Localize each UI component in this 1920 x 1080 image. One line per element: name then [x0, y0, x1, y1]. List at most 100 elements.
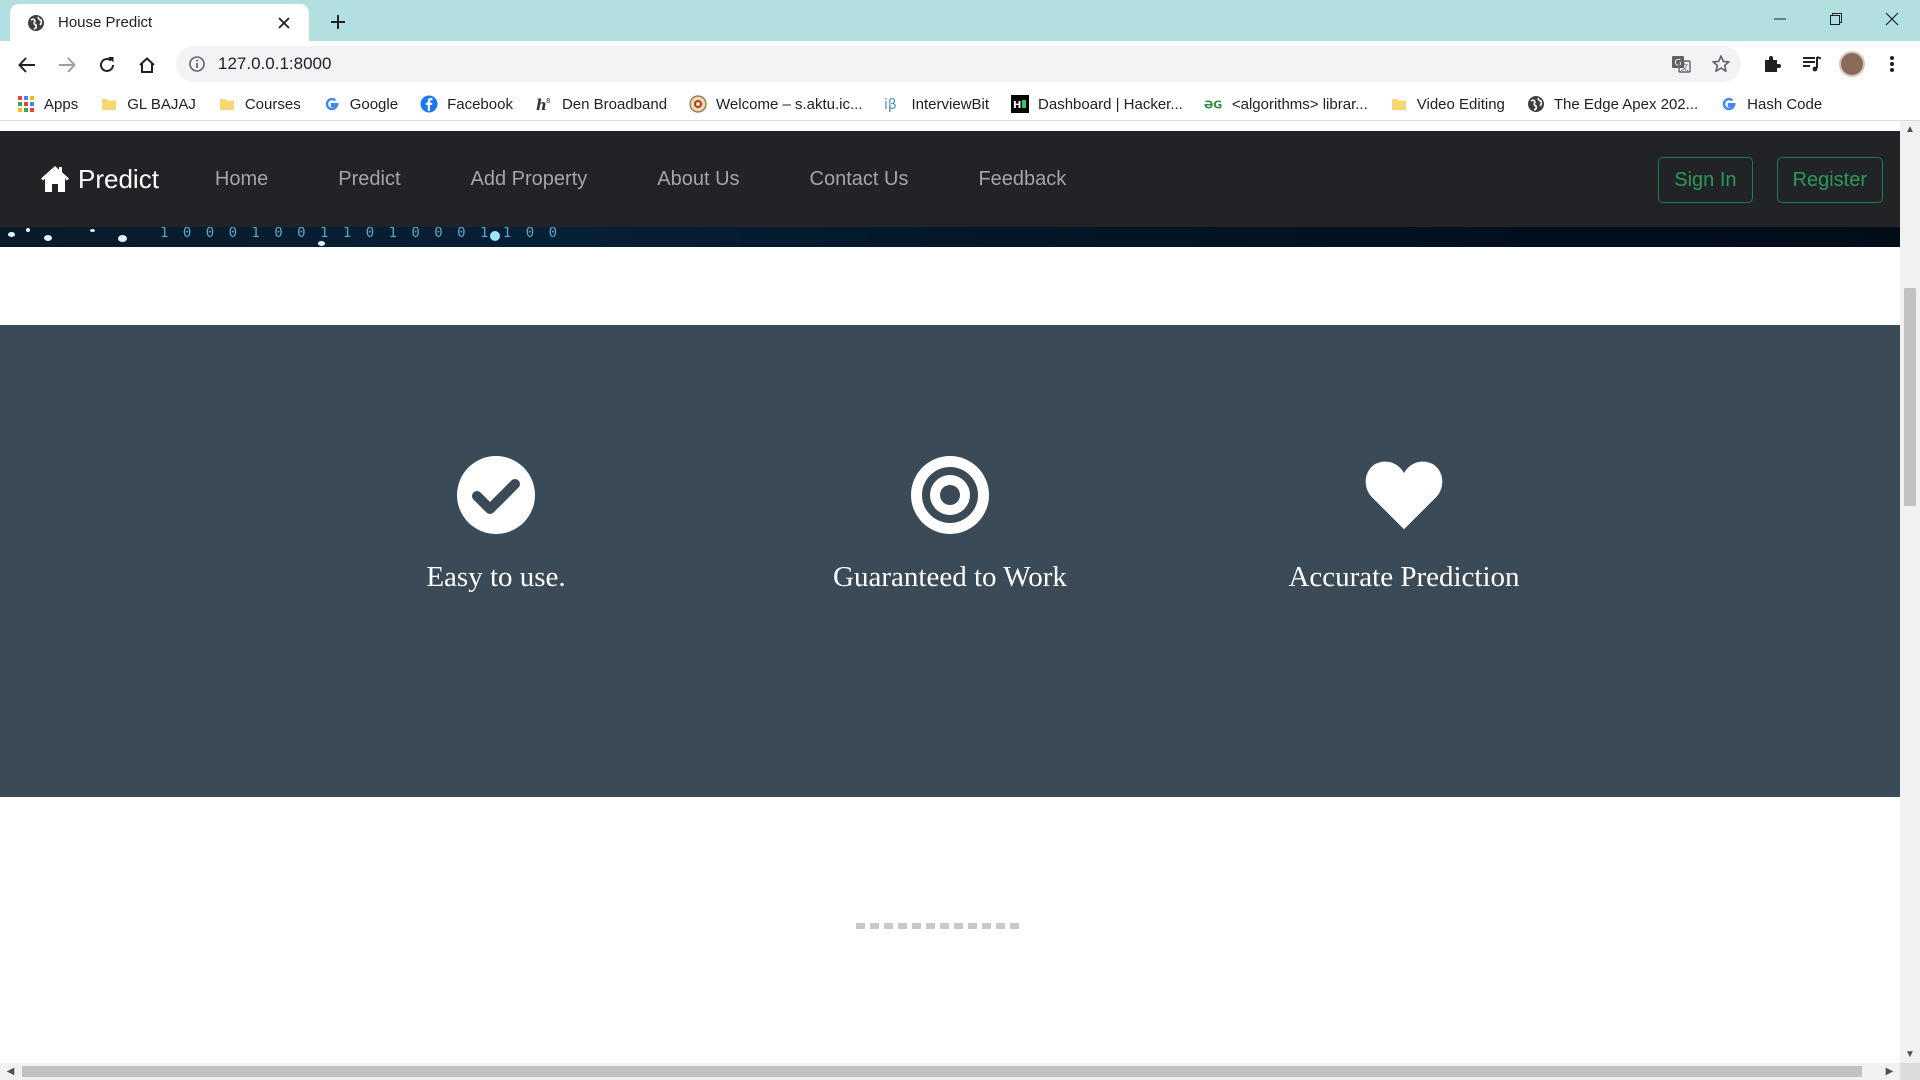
svg-text:ƏG: ƏG [1204, 99, 1222, 112]
site-navbar: Predict Home Predict Add Property About … [0, 131, 1900, 227]
brand-logo-link[interactable]: Predict [40, 164, 159, 195]
bookmark-den-broadband[interactable]: h8 Den Broadband [534, 94, 667, 114]
apps-grid-icon [16, 94, 36, 114]
google-icon [322, 94, 342, 114]
nav-predict[interactable]: Predict [338, 168, 400, 191]
bookmark-apps[interactable]: Apps [16, 94, 78, 114]
scroll-right-arrow-icon[interactable]: ▶ [1881, 1063, 1898, 1080]
bookmark-star-icon[interactable] [1701, 46, 1741, 82]
feature-accurate: Accurate Prediction [1224, 325, 1584, 797]
bookmark-label: Google [349, 95, 399, 113]
window-controls [1752, 0, 1920, 38]
nav-contact-us[interactable]: Contact Us [810, 168, 909, 191]
address-bar[interactable]: 127.0.0.1:8000 G文 [176, 46, 1741, 82]
browser-toolbar: 127.0.0.1:8000 G文 [0, 41, 1920, 88]
browser-titlebar: House Predict [0, 0, 1920, 41]
heart-icon [1364, 455, 1444, 535]
sign-in-button[interactable]: Sign In [1658, 157, 1753, 203]
toolbar-actions [1752, 47, 1912, 81]
bookmark-google[interactable]: Google [322, 94, 398, 114]
feature-label: Easy to use. [426, 561, 566, 593]
extensions-puzzle-icon[interactable] [1752, 47, 1792, 81]
horizontal-scroll-thumb[interactable] [22, 1066, 1862, 1077]
facebook-icon [419, 94, 439, 114]
main-nav: Home Predict Add Property About Us Conta… [215, 168, 1136, 191]
restore-icon[interactable] [1808, 0, 1864, 38]
browser-tab[interactable]: House Predict [10, 4, 309, 41]
bookmark-courses[interactable]: Courses [217, 94, 301, 114]
google-icon [1719, 94, 1739, 114]
hero-image-strip: 1 0 0 0 1 0 0 1 1 0 1 0 0 0 1 1 0 0 [0, 227, 1900, 247]
nav-add-property[interactable]: Add Property [471, 168, 588, 191]
tab-title: House Predict [58, 14, 153, 31]
folder-icon [99, 94, 119, 114]
globe-icon [1526, 94, 1546, 114]
more-menu-icon[interactable] [1872, 47, 1912, 81]
minimize-icon[interactable] [1752, 0, 1808, 38]
svg-text:iβ: iβ [884, 97, 897, 112]
folder-icon [217, 94, 237, 114]
bookmark-label: Courses [244, 95, 301, 113]
new-tab-plus-icon[interactable] [324, 8, 352, 36]
aktu-icon [688, 94, 708, 114]
bookmarks-bar: Apps GL BAJAJ Courses Google Facebook h8… [0, 88, 1920, 121]
site-info-icon[interactable] [180, 46, 214, 82]
nav-home[interactable]: Home [215, 168, 268, 191]
feature-label: Guaranteed to Work [833, 561, 1067, 593]
feature-easy-to-use: Easy to use. [316, 325, 676, 797]
register-button[interactable]: Register [1776, 157, 1883, 203]
reload-icon[interactable] [91, 49, 123, 81]
interviewbit-icon: iβ [884, 94, 904, 114]
nav-feedback[interactable]: Feedback [978, 168, 1066, 191]
bookmark-hackerrank[interactable]: H Dashboard | Hacker... [1010, 94, 1183, 114]
vertical-scrollbar[interactable]: ▲ ▼ [1900, 121, 1920, 1063]
feature-label: Accurate Prediction [1288, 561, 1520, 593]
page-viewport: Predict Home Predict Add Property About … [0, 121, 1900, 1063]
home-icon[interactable] [131, 49, 163, 81]
auth-buttons: Sign In Register [1634, 157, 1883, 203]
horizontal-scrollbar[interactable]: ◀ ▶ [0, 1063, 1900, 1080]
bookmark-interviewbit[interactable]: iβ InterviewBit [884, 94, 990, 114]
bookmark-gfg[interactable]: ƏG <algorithms> librar... [1204, 94, 1368, 114]
house-icon [41, 166, 69, 192]
brand-name: Predict [78, 163, 159, 194]
bookmark-hash-code[interactable]: Hash Code [1719, 94, 1822, 114]
bookmark-aktu[interactable]: Welcome – s.aktu.ic... [688, 94, 863, 114]
bookmark-label: Facebook [447, 95, 513, 113]
bookmark-label: The Edge Apex 202... [1553, 95, 1699, 113]
scroll-down-arrow-icon[interactable]: ▼ [1900, 1046, 1920, 1063]
bookmark-gl-bajaj[interactable]: GL BAJAJ [99, 94, 196, 114]
hero-binary-text: 1 0 0 0 1 0 0 1 1 0 1 0 0 0 1 1 0 0 [160, 227, 561, 241]
scroll-up-arrow-icon[interactable]: ▲ [1900, 121, 1920, 138]
folder-icon [1389, 94, 1409, 114]
bookmark-facebook[interactable]: Facebook [419, 94, 513, 114]
bookmark-label: Apps [44, 95, 79, 113]
close-window-icon[interactable] [1864, 0, 1920, 38]
tab-close-icon[interactable] [273, 12, 295, 34]
bookmark-edge-apex[interactable]: The Edge Apex 202... [1526, 94, 1698, 114]
bookmark-label: <algorithms> librar... [1231, 95, 1368, 113]
nav-about-us[interactable]: About Us [657, 168, 739, 191]
bookmark-label: GL BAJAJ [127, 95, 196, 113]
globe-icon [26, 13, 46, 33]
svg-text:文: 文 [1681, 62, 1689, 72]
vertical-scroll-thumb[interactable] [1904, 288, 1916, 506]
translate-icon[interactable]: G文 [1661, 46, 1701, 82]
forward-arrow-icon[interactable] [51, 49, 83, 81]
den-icon: h8 [534, 94, 554, 114]
profile-avatar[interactable] [1832, 47, 1872, 81]
media-queue-icon[interactable] [1792, 47, 1832, 81]
features-section: Easy to use. Guaranteed to Work Accurate… [0, 325, 1900, 797]
back-arrow-icon[interactable] [11, 49, 43, 81]
bookmark-label: InterviewBit [911, 95, 990, 113]
feature-guaranteed: Guaranteed to Work [770, 325, 1130, 797]
bookmark-label: Den Broadband [561, 95, 668, 113]
scroll-left-arrow-icon[interactable]: ◀ [2, 1063, 19, 1080]
loading-indicator [856, 923, 1024, 929]
svg-text:H: H [1013, 100, 1021, 111]
bookmark-label: Dashboard | Hacker... [1038, 95, 1183, 113]
target-icon [910, 455, 990, 535]
check-circle-icon [456, 455, 536, 535]
scrollbar-corner [1900, 1063, 1920, 1080]
bookmark-video-editing[interactable]: Video Editing [1389, 94, 1505, 114]
